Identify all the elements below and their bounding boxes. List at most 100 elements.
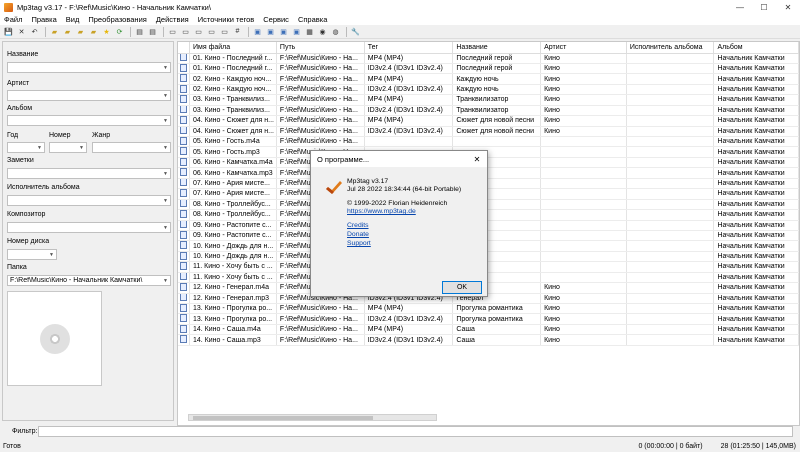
tag-paste-icon[interactable]: ▤ <box>147 26 158 37</box>
cell-filename[interactable]: 02. Кино - Каждую ноч... <box>189 84 277 96</box>
cell-artist[interactable]: Кино <box>540 126 627 138</box>
table-row[interactable]: 10. Кино - Дождь для н... F:\Ref\Music\Ки… <box>178 251 799 263</box>
cell-artist[interactable] <box>540 220 627 231</box>
table-row[interactable]: 13. Кино - Прогулка ро... F:\Ref\Music\Ки… <box>178 303 799 315</box>
website-link[interactable]: https://www.mp3tag.de <box>347 208 416 215</box>
cell-album-artist[interactable] <box>626 84 715 96</box>
horizontal-scrollbar[interactable] <box>188 414 437 421</box>
cell-tag[interactable]: ID3v2.4 (ID3v1 ID3v2.4) <box>364 63 454 75</box>
cell-filename[interactable]: 11. Кино - Хочу быть с ... <box>189 261 277 273</box>
cell-filename[interactable]: 13. Кино - Прогулка ро... <box>189 313 277 325</box>
cell-album-artist[interactable] <box>626 73 715 85</box>
chevron-down-icon[interactable]: ▼ <box>162 170 169 177</box>
dialog-close-button[interactable]: ✕ <box>467 155 487 164</box>
cell-filename[interactable]: 14. Кино - Саша.m4a <box>189 324 277 336</box>
star-icon[interactable]: ★ <box>101 26 112 37</box>
musicbrainz-icon[interactable]: ▣ <box>291 26 302 37</box>
cell-album[interactable]: Начальник Камчатки <box>713 334 799 346</box>
cell-path[interactable]: F:\Ref\Music\Кино - На... <box>276 334 365 346</box>
cell-filename[interactable]: 09. Кино - Растопите с... <box>189 220 277 231</box>
cell-album-artist[interactable] <box>626 115 715 127</box>
cell-album-artist[interactable] <box>626 313 715 325</box>
cell-album[interactable]: Начальник Камчатки <box>713 136 799 148</box>
cell-album[interactable]: Начальник Камчатки <box>713 261 799 273</box>
chevron-down-icon[interactable]: ▼ <box>48 251 55 258</box>
cell-album-artist[interactable] <box>626 230 715 242</box>
playlist-icon[interactable]: ▰ <box>75 26 86 37</box>
save-icon[interactable]: 💾 <box>3 26 14 37</box>
cell-artist[interactable] <box>540 209 627 221</box>
cell-filename[interactable]: 07. Кино - Ария мисте... <box>189 178 277 190</box>
cell-album-artist[interactable] <box>626 188 715 200</box>
cell-tag[interactable]: MP4 (MP4) <box>364 115 454 127</box>
cell-artist[interactable] <box>540 272 627 284</box>
table-row[interactable]: 14. Кино - Саша.m4a F:\Ref\Music\Кино - Н… <box>178 324 799 336</box>
filename-tag-icon[interactable]: ▭ <box>180 26 191 37</box>
export-icon[interactable]: ▦ <box>304 26 315 37</box>
folder-field[interactable]: F:\Ref\Music\Кино - Начальник Камчатки\ … <box>7 275 171 286</box>
cell-filename[interactable]: 02. Кино - Каждую ноч... <box>189 73 277 85</box>
cell-album[interactable]: Начальник Камчатки <box>713 73 799 85</box>
settings-icon[interactable]: ◍ <box>330 26 341 37</box>
cell-album[interactable]: Начальник Камчатки <box>713 94 799 106</box>
cell-path[interactable]: F:\Ref\Music\Кино - На... <box>276 115 365 127</box>
cell-tag[interactable]: MP4 (MP4) <box>364 303 454 315</box>
table-row[interactable]: 11. Кино - Хочу быть с ... F:\Ref\Music\К… <box>178 272 799 284</box>
cell-path[interactable]: F:\Ref\Music\Кино - На... <box>276 73 365 85</box>
cell-album-artist[interactable] <box>626 240 715 252</box>
cell-path[interactable]: F:\Ref\Music\Кино - На... <box>276 53 365 64</box>
tag-copy-icon[interactable]: ▤ <box>134 26 145 37</box>
table-row[interactable]: 04. Кино - Сюжет для н... F:\Ref\Music\Ки… <box>178 115 799 127</box>
cell-album[interactable]: Начальник Камчатки <box>713 126 799 138</box>
cell-artist[interactable] <box>540 240 627 252</box>
refresh-icon[interactable]: ⟳ <box>114 26 125 37</box>
menu-tools[interactable]: Сервис <box>263 15 289 24</box>
cell-album[interactable]: Начальник Камчатки <box>713 146 799 158</box>
cell-filename[interactable]: 05. Кино - Гость.m4a <box>189 136 277 148</box>
cell-artist[interactable] <box>540 261 627 273</box>
cell-filename[interactable]: 12. Кино - Генерал.m4a <box>189 282 277 294</box>
column-header-checkbox[interactable] <box>178 42 190 54</box>
cell-filename[interactable]: 13. Кино - Прогулка ро... <box>189 303 277 315</box>
menu-convert[interactable]: Преобразования <box>88 15 146 24</box>
cell-artist[interactable] <box>540 157 627 169</box>
cell-path[interactable]: F:\Ref\Music\Кино - На... <box>276 313 365 325</box>
table-row[interactable]: 13. Кино - Прогулка ро... F:\Ref\Music\Ки… <box>178 313 799 325</box>
cell-artist[interactable]: Кино <box>540 105 627 117</box>
chevron-down-icon[interactable]: ▼ <box>162 144 169 151</box>
cover-art[interactable] <box>7 291 102 386</box>
table-row[interactable]: 01. Кино - Последний г... F:\Ref\Music\Ки… <box>178 53 799 64</box>
cell-album-artist[interactable] <box>626 324 715 336</box>
chevron-down-icon[interactable]: ▼ <box>162 197 169 204</box>
column-header-album[interactable]: Альбом <box>713 42 799 54</box>
cell-album[interactable]: Начальник Камчатки <box>713 303 799 315</box>
close-button[interactable]: ✕ <box>776 0 800 14</box>
disc-number-field[interactable]: ▼ <box>7 249 57 260</box>
cell-path[interactable]: F:\Ref\Music\Кино - На... <box>276 126 365 138</box>
chevron-down-icon[interactable]: ▼ <box>36 144 43 151</box>
cell-path[interactable]: F:\Ref\Music\Кино - На... <box>276 94 365 106</box>
cell-album[interactable]: Начальник Камчатки <box>713 84 799 96</box>
table-row[interactable]: 07. Кино - Ария мисте... F:\Ref\Music\Кин… <box>178 188 799 200</box>
cell-artist[interactable]: Кино <box>540 84 627 96</box>
table-row[interactable]: 03. Кино - Транквилиз... F:\Ref\Music\Кин… <box>178 94 799 106</box>
cell-tag[interactable]: MP4 (MP4) <box>364 53 454 64</box>
cell-artist[interactable]: Кино <box>540 94 627 106</box>
table-row[interactable]: 04. Кино - Сюжет для н... F:\Ref\Music\Ки… <box>178 126 799 138</box>
cell-album[interactable]: Начальник Камчатки <box>713 220 799 231</box>
cell-artist[interactable]: Кино <box>540 293 627 305</box>
chevron-down-icon[interactable]: ▼ <box>162 117 169 124</box>
cell-album-artist[interactable] <box>626 220 715 231</box>
cell-tag[interactable]: MP4 (MP4) <box>364 324 454 336</box>
year-field[interactable]: ▼ <box>7 142 45 153</box>
cell-album-artist[interactable] <box>626 53 715 64</box>
cell-title[interactable]: Каждую ночь <box>452 73 542 85</box>
cell-album[interactable]: Начальник Камчатки <box>713 178 799 190</box>
comment-field[interactable]: ▼ <box>7 168 171 179</box>
menu-tag-sources[interactable]: Источники тегов <box>198 15 255 24</box>
scrollbar-thumb[interactable] <box>193 416 373 420</box>
filter-input[interactable] <box>38 426 793 437</box>
cell-filename[interactable]: 06. Кино - Камчатка.m4a <box>189 157 277 169</box>
cell-album[interactable]: Начальник Камчатки <box>713 167 799 179</box>
table-row[interactable]: 07. Кино - Ария мисте... F:\Ref\Music\Кин… <box>178 178 799 190</box>
